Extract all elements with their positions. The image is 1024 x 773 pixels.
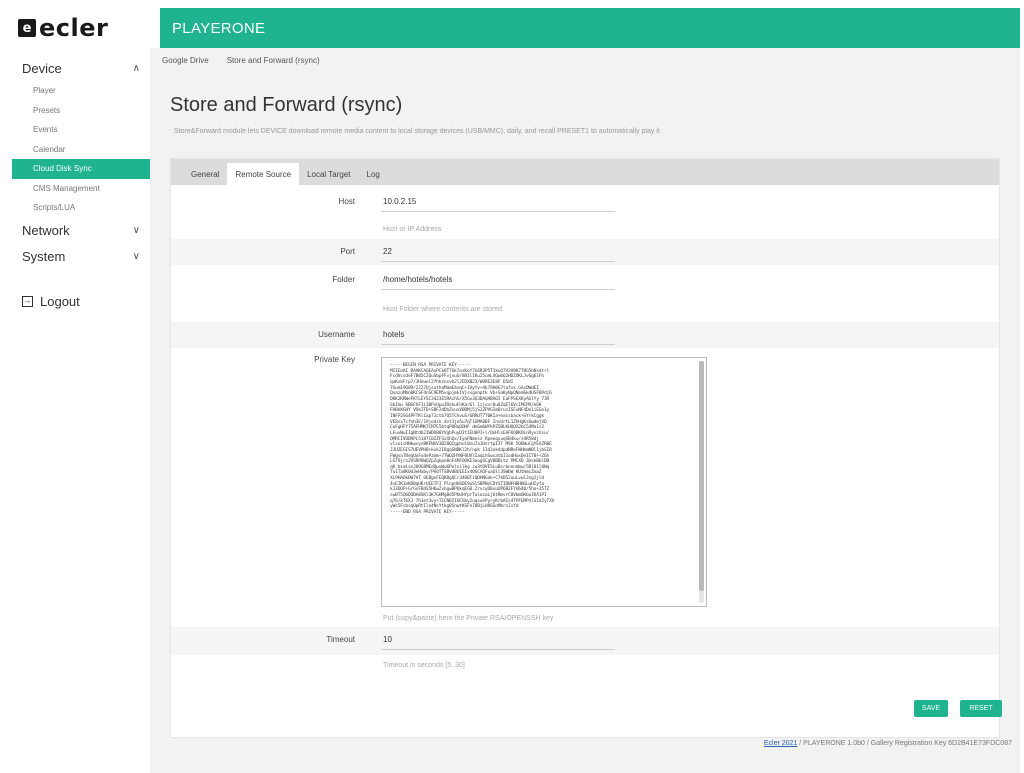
breadcrumb: Google Drive Store and Forward (rsync) [162, 56, 320, 65]
username-row: Username hotels [171, 322, 999, 348]
save-button[interactable]: SAVE [914, 700, 948, 717]
timeout-hint: Timeout in seconds [5..30] [383, 662, 465, 669]
chevron-up-icon: ∧ [132, 62, 140, 74]
sidebar-item-calendar[interactable]: Calendar [12, 140, 150, 160]
nav-section-network[interactable]: Network ∨ [12, 218, 150, 244]
page-title: Store and Forward (rsync) [170, 94, 403, 116]
main-content: Google Drive Store and Forward (rsync) S… [150, 48, 1020, 773]
timeout-row: Timeout 10 [171, 627, 999, 655]
sidebar-item-scripts-lua[interactable]: Scripts/LUA [12, 198, 150, 218]
folder-input[interactable]: /home/hotels/hotels [383, 275, 452, 284]
nav-section-label: System [22, 249, 66, 264]
logout-label: Logout [40, 293, 80, 309]
timeout-input[interactable]: 10 [383, 635, 392, 644]
sidebar-item-player[interactable]: Player [12, 81, 150, 101]
host-row: Host 10.0.2.15 [171, 191, 999, 215]
host-hint: Host or IP Address [383, 226, 442, 233]
host-label: Host [338, 197, 355, 206]
chevron-down-icon: ∨ [132, 225, 140, 236]
private-key-hint: Put (copy&paste) here the Private RSA/OP… [383, 615, 554, 622]
nav-section-system[interactable]: System ∨ [12, 244, 150, 270]
breadcrumb-item-google-drive[interactable]: Google Drive [162, 56, 209, 65]
footer-ecler-link[interactable]: Ecler 2021 [764, 740, 797, 747]
footer: Ecler 2021 / PLAYERONE 1.0b0 / Gallery R… [764, 740, 1012, 747]
chevron-down-icon: ∨ [132, 251, 140, 262]
port-input-underline [381, 261, 615, 262]
folder-label: Folder [332, 275, 355, 284]
port-label: Port [340, 247, 355, 256]
logout-button[interactable]: → Logout [12, 294, 150, 309]
private-key-textarea[interactable]: -----BEGIN RSA PRIVATE KEY----- MIIEoAI … [381, 357, 707, 607]
tab-bar: General Remote Source Local Target Log [171, 159, 999, 185]
private-key-label: Private Key [314, 355, 355, 364]
footer-text: / PLAYERONE 1.0b0 / Gallery Registration… [797, 740, 1012, 747]
settings-panel: General Remote Source Local Target Log H… [170, 158, 1000, 738]
top-bar: e ecler PLAYERONE [12, 8, 1020, 48]
timeout-label: Timeout [326, 635, 355, 644]
host-input-underline [381, 211, 615, 212]
sidebar-item-events[interactable]: Events [12, 120, 150, 140]
tab-general[interactable]: General [183, 163, 227, 185]
tab-local-target[interactable]: Local Target [299, 163, 358, 185]
nav-section-label: Device [22, 60, 62, 76]
nav-section-device[interactable]: Device ∧ [12, 55, 150, 81]
folder-hint: Host Folder where contents are stored [383, 306, 503, 313]
host-input[interactable]: 10.0.2.15 [383, 197, 416, 206]
sidebar: Device ∧ Player Presets Events Calendar … [12, 48, 150, 773]
sidebar-item-presets[interactable]: Presets [12, 101, 150, 121]
ecler-logo[interactable]: e ecler [12, 8, 160, 48]
private-key-scrollbar-thumb[interactable] [699, 361, 704, 591]
sidebar-item-cloud-disk-sync[interactable]: Cloud Disk Sync [12, 159, 150, 179]
app-title: PLAYERONE [172, 19, 266, 37]
timeout-input-underline [381, 649, 615, 650]
logout-icon: → [22, 295, 33, 307]
username-input-underline [381, 344, 615, 345]
breadcrumb-item-current: Store and Forward (rsync) [226, 56, 320, 65]
folder-input-underline [381, 289, 615, 290]
port-row: Port 22 [171, 239, 999, 265]
private-key-text: -----BEGIN RSA PRIVATE KEY----- MIIEoAI … [390, 363, 555, 516]
logo-text: ecler [39, 14, 109, 42]
sidebar-item-cms-management[interactable]: CMS Management [12, 179, 150, 199]
tab-log[interactable]: Log [359, 163, 388, 185]
folder-row: Folder /home/hotels/hotels [171, 269, 999, 293]
username-label: Username [318, 330, 355, 339]
logo-mark-icon: e [18, 19, 36, 37]
username-input[interactable]: hotels [383, 330, 404, 339]
tab-remote-source[interactable]: Remote Source [227, 163, 300, 185]
nav-section-label: Network [22, 223, 70, 238]
port-input[interactable]: 22 [383, 247, 392, 256]
reset-button[interactable]: RESET [960, 700, 1002, 717]
page-description: Store&Forward module lets DEVICE downloa… [174, 128, 660, 135]
